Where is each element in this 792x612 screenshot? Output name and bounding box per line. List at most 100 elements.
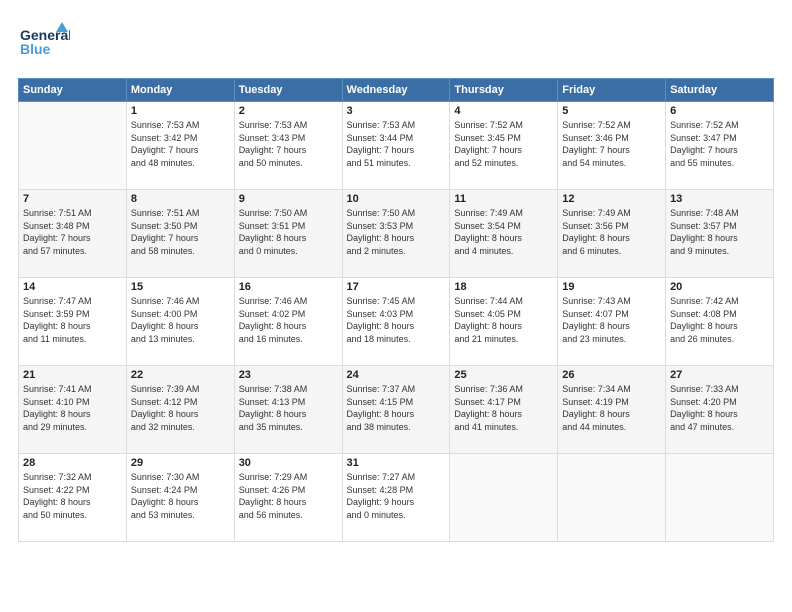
day-number: 18 <box>454 281 553 293</box>
day-info: Sunrise: 7:53 AM Sunset: 3:44 PM Dayligh… <box>347 119 446 169</box>
week-row-5: 28 Sunrise: 7:32 AM Sunset: 4:22 PM Dayli… <box>19 454 774 542</box>
day-number: 29 <box>131 457 230 469</box>
calendar-cell: 24Sunrise: 7:37 AM Sunset: 4:15 PM Dayli… <box>342 366 450 454</box>
calendar-cell <box>666 454 774 542</box>
logo-icon: General Blue <box>18 18 70 70</box>
day-info: Sunrise: 7:53 AM Sunset: 3:43 PM Dayligh… <box>239 119 338 169</box>
day-number: 28 <box>23 457 122 469</box>
day-info: Sunrise: 7:42 AM Sunset: 4:08 PM Dayligh… <box>670 295 769 345</box>
day-info: Sunrise: 7:34 AM Sunset: 4:19 PM Dayligh… <box>562 383 661 433</box>
calendar-table: SundayMondayTuesdayWednesdayThursdayFrid… <box>18 78 774 542</box>
day-info: Sunrise: 7:50 AM Sunset: 3:53 PM Dayligh… <box>347 207 446 257</box>
calendar-cell: 21Sunrise: 7:41 AM Sunset: 4:10 PM Dayli… <box>19 366 127 454</box>
day-number: 20 <box>670 281 769 293</box>
calendar-cell: 1Sunrise: 7:53 AM Sunset: 3:42 PM Daylig… <box>126 102 234 190</box>
calendar-cell: 6 Sunrise: 7:52 AM Sunset: 3:47 PM Daylig… <box>666 102 774 190</box>
calendar-cell: 13 Sunrise: 7:48 AM Sunset: 3:57 PM Dayli… <box>666 190 774 278</box>
day-number: 25 <box>454 369 553 381</box>
day-info: Sunrise: 7:50 AM Sunset: 3:51 PM Dayligh… <box>239 207 338 257</box>
day-number: 24 <box>347 369 446 381</box>
day-info: Sunrise: 7:49 AM Sunset: 3:54 PM Dayligh… <box>454 207 553 257</box>
svg-text:Blue: Blue <box>20 41 51 57</box>
day-info: Sunrise: 7:29 AM Sunset: 4:26 PM Dayligh… <box>239 471 338 521</box>
calendar-cell: 9 Sunrise: 7:50 AM Sunset: 3:51 PM Daylig… <box>234 190 342 278</box>
day-number: 31 <box>347 457 446 469</box>
day-number: 6 <box>670 105 769 117</box>
day-number: 2 <box>239 105 338 117</box>
week-row-1: 1Sunrise: 7:53 AM Sunset: 3:42 PM Daylig… <box>19 102 774 190</box>
calendar-cell: 30 Sunrise: 7:29 AM Sunset: 4:26 PM Dayli… <box>234 454 342 542</box>
weekday-header-tuesday: Tuesday <box>234 79 342 102</box>
page: General Blue SundayMondayTuesdayWednesda… <box>0 0 792 612</box>
weekday-header-monday: Monday <box>126 79 234 102</box>
day-number: 4 <box>454 105 553 117</box>
calendar-cell: 19 Sunrise: 7:43 AM Sunset: 4:07 PM Dayli… <box>558 278 666 366</box>
weekday-header-friday: Friday <box>558 79 666 102</box>
day-number: 9 <box>239 193 338 205</box>
calendar-cell: 5Sunrise: 7:52 AM Sunset: 3:46 PM Daylig… <box>558 102 666 190</box>
calendar-cell: 2 Sunrise: 7:53 AM Sunset: 3:43 PM Daylig… <box>234 102 342 190</box>
day-info: Sunrise: 7:38 AM Sunset: 4:13 PM Dayligh… <box>239 383 338 433</box>
day-info: Sunrise: 7:41 AM Sunset: 4:10 PM Dayligh… <box>23 383 122 433</box>
day-info: Sunrise: 7:39 AM Sunset: 4:12 PM Dayligh… <box>131 383 230 433</box>
day-info: Sunrise: 7:53 AM Sunset: 3:42 PM Dayligh… <box>131 119 230 169</box>
calendar-cell: 11 Sunrise: 7:49 AM Sunset: 3:54 PM Dayli… <box>450 190 558 278</box>
header: General Blue <box>18 18 774 70</box>
calendar-cell: 4 Sunrise: 7:52 AM Sunset: 3:45 PM Daylig… <box>450 102 558 190</box>
day-info: Sunrise: 7:51 AM Sunset: 3:50 PM Dayligh… <box>131 207 230 257</box>
day-info: Sunrise: 7:49 AM Sunset: 3:56 PM Dayligh… <box>562 207 661 257</box>
calendar-cell: 16Sunrise: 7:46 AM Sunset: 4:02 PM Dayli… <box>234 278 342 366</box>
day-number: 7 <box>23 193 122 205</box>
calendar-cell: 14 Sunrise: 7:47 AM Sunset: 3:59 PM Dayli… <box>19 278 127 366</box>
day-info: Sunrise: 7:52 AM Sunset: 3:45 PM Dayligh… <box>454 119 553 169</box>
day-number: 23 <box>239 369 338 381</box>
day-number: 19 <box>562 281 661 293</box>
calendar-cell <box>19 102 127 190</box>
calendar-header: SundayMondayTuesdayWednesdayThursdayFrid… <box>19 79 774 102</box>
day-info: Sunrise: 7:30 AM Sunset: 4:24 PM Dayligh… <box>131 471 230 521</box>
day-info: Sunrise: 7:52 AM Sunset: 3:47 PM Dayligh… <box>670 119 769 169</box>
calendar-cell: 18 Sunrise: 7:44 AM Sunset: 4:05 PM Dayli… <box>450 278 558 366</box>
calendar-cell: 23 Sunrise: 7:38 AM Sunset: 4:13 PM Dayli… <box>234 366 342 454</box>
day-number: 15 <box>131 281 230 293</box>
day-info: Sunrise: 7:32 AM Sunset: 4:22 PM Dayligh… <box>23 471 122 521</box>
day-info: Sunrise: 7:51 AM Sunset: 3:48 PM Dayligh… <box>23 207 122 257</box>
day-number: 16 <box>239 281 338 293</box>
calendar-cell: 22 Sunrise: 7:39 AM Sunset: 4:12 PM Dayli… <box>126 366 234 454</box>
day-info: Sunrise: 7:43 AM Sunset: 4:07 PM Dayligh… <box>562 295 661 345</box>
day-number: 22 <box>131 369 230 381</box>
day-number: 30 <box>239 457 338 469</box>
week-row-4: 21Sunrise: 7:41 AM Sunset: 4:10 PM Dayli… <box>19 366 774 454</box>
calendar-cell: 12 Sunrise: 7:49 AM Sunset: 3:56 PM Dayli… <box>558 190 666 278</box>
day-info: Sunrise: 7:33 AM Sunset: 4:20 PM Dayligh… <box>670 383 769 433</box>
day-number: 8 <box>131 193 230 205</box>
calendar-cell: 10 Sunrise: 7:50 AM Sunset: 3:53 PM Dayli… <box>342 190 450 278</box>
day-number: 17 <box>347 281 446 293</box>
calendar-body: 1Sunrise: 7:53 AM Sunset: 3:42 PM Daylig… <box>19 102 774 542</box>
calendar-cell: 31Sunrise: 7:27 AM Sunset: 4:28 PM Dayli… <box>342 454 450 542</box>
day-info: Sunrise: 7:45 AM Sunset: 4:03 PM Dayligh… <box>347 295 446 345</box>
calendar-cell: 8 Sunrise: 7:51 AM Sunset: 3:50 PM Daylig… <box>126 190 234 278</box>
calendar-cell: 25 Sunrise: 7:36 AM Sunset: 4:17 PM Dayli… <box>450 366 558 454</box>
day-number: 10 <box>347 193 446 205</box>
day-number: 11 <box>454 193 553 205</box>
day-info: Sunrise: 7:48 AM Sunset: 3:57 PM Dayligh… <box>670 207 769 257</box>
logo: General Blue <box>18 18 70 70</box>
day-number: 14 <box>23 281 122 293</box>
weekday-header-sunday: Sunday <box>19 79 127 102</box>
weekday-header-row: SundayMondayTuesdayWednesdayThursdayFrid… <box>19 79 774 102</box>
calendar-cell <box>558 454 666 542</box>
weekday-header-thursday: Thursday <box>450 79 558 102</box>
day-info: Sunrise: 7:47 AM Sunset: 3:59 PM Dayligh… <box>23 295 122 345</box>
calendar-cell: 27Sunrise: 7:33 AM Sunset: 4:20 PM Dayli… <box>666 366 774 454</box>
weekday-header-saturday: Saturday <box>666 79 774 102</box>
calendar-cell: 28 Sunrise: 7:32 AM Sunset: 4:22 PM Dayli… <box>19 454 127 542</box>
day-info: Sunrise: 7:36 AM Sunset: 4:17 PM Dayligh… <box>454 383 553 433</box>
calendar-cell: 26Sunrise: 7:34 AM Sunset: 4:19 PM Dayli… <box>558 366 666 454</box>
day-number: 13 <box>670 193 769 205</box>
day-number: 3 <box>347 105 446 117</box>
day-number: 12 <box>562 193 661 205</box>
weekday-header-wednesday: Wednesday <box>342 79 450 102</box>
day-info: Sunrise: 7:44 AM Sunset: 4:05 PM Dayligh… <box>454 295 553 345</box>
day-info: Sunrise: 7:46 AM Sunset: 4:00 PM Dayligh… <box>131 295 230 345</box>
